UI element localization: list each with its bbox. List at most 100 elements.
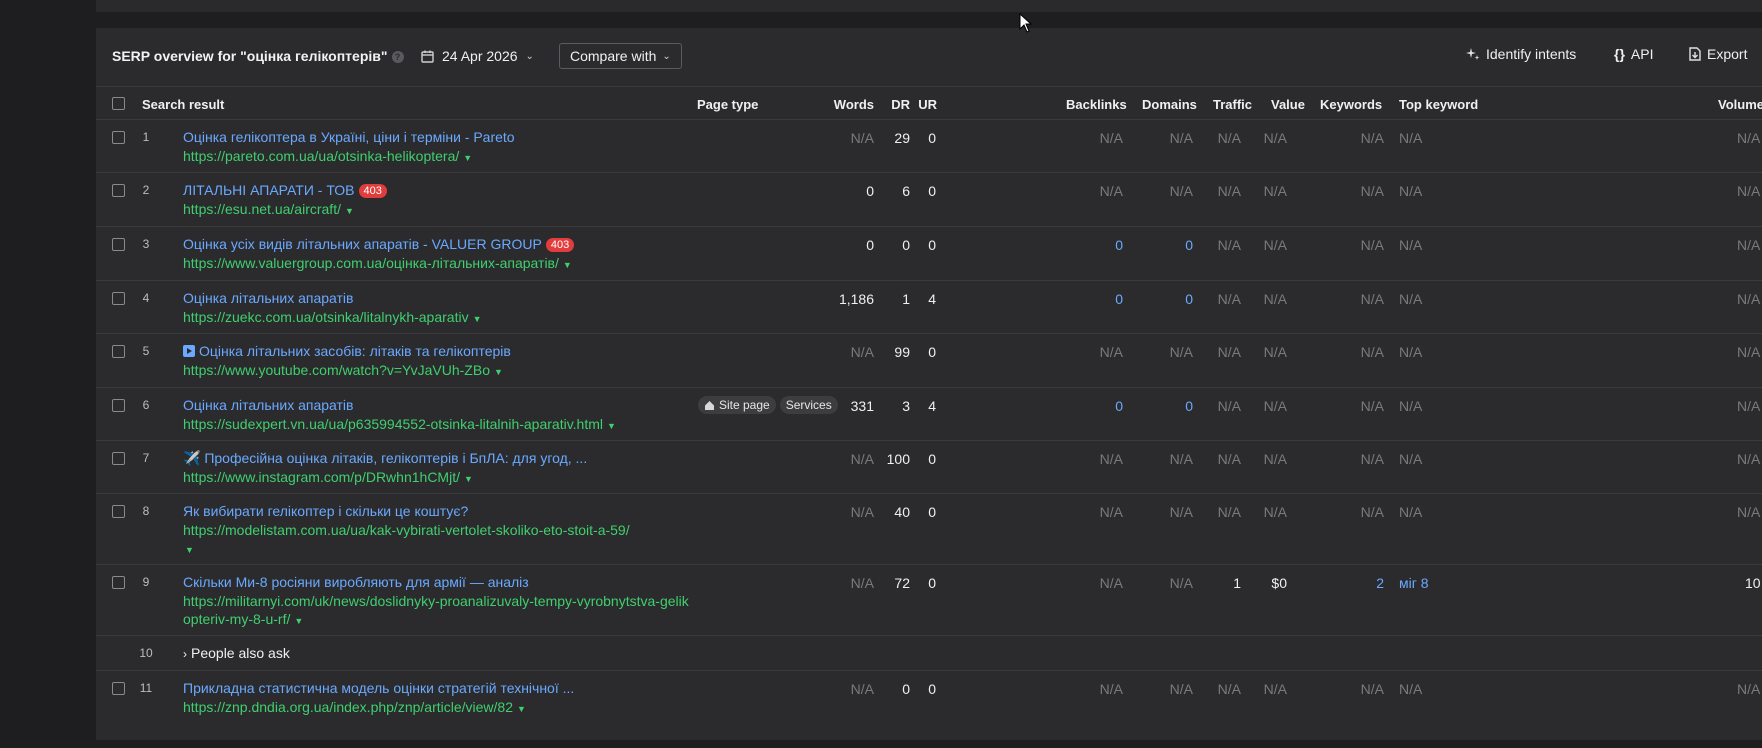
- row-checkbox[interactable]: [112, 505, 125, 518]
- row-checkbox[interactable]: [112, 345, 125, 358]
- result-title-link[interactable]: Оцінка усіх видів літальних апаратів - V…: [183, 236, 575, 252]
- words-cell: N/A: [850, 681, 874, 697]
- table-row: 1 Оцінка гелікоптера в Україні, ціни і т…: [96, 120, 1762, 173]
- chevron-right-icon: ›: [183, 647, 187, 661]
- top-keyword-cell: N/A: [1399, 451, 1423, 467]
- row-checkbox[interactable]: [112, 452, 125, 465]
- keywords-cell: N/A: [1360, 681, 1384, 697]
- result-url-link[interactable]: https://sudexpert.vn.ua/ua/p635994552-ot…: [183, 415, 616, 435]
- keywords-cell[interactable]: 2: [1376, 575, 1384, 591]
- top-keyword-cell[interactable]: міг 8: [1399, 575, 1429, 591]
- col-domains[interactable]: Domains: [1142, 97, 1197, 112]
- result-url-link[interactable]: https://esu.net.ua/aircraft/▼: [183, 200, 354, 220]
- caret-down-icon[interactable]: ▼: [294, 616, 303, 626]
- col-top-keyword[interactable]: Top keyword: [1399, 97, 1478, 112]
- col-backlinks[interactable]: Backlinks: [1066, 97, 1127, 112]
- backlinks-cell[interactable]: 0: [1115, 237, 1123, 253]
- compare-label: Compare with: [570, 48, 657, 64]
- api-button[interactable]: {} API: [1614, 46, 1653, 62]
- traffic-cell: N/A: [1217, 130, 1241, 146]
- domains-cell[interactable]: 0: [1185, 291, 1193, 307]
- result-title-link[interactable]: Прикладна статистична модель оцінки стра…: [183, 680, 574, 696]
- domains-cell[interactable]: 0: [1185, 237, 1193, 253]
- volume-cell: N/A: [1737, 130, 1761, 146]
- caret-down-icon[interactable]: ▼: [185, 545, 194, 555]
- backlinks-cell[interactable]: 0: [1115, 398, 1123, 414]
- row-checkbox[interactable]: [112, 682, 125, 695]
- result-title-link[interactable]: Оцінка гелікоптера в Україні, ціни і тер…: [183, 129, 515, 145]
- result-url-link[interactable]: https://znp.dndia.org.ua/index.php/znp/a…: [183, 698, 526, 718]
- value-cell: N/A: [1263, 291, 1287, 307]
- col-dr[interactable]: DR: [891, 97, 910, 112]
- value-cell: N/A: [1263, 183, 1287, 199]
- caret-down-icon[interactable]: ▼: [494, 367, 503, 377]
- caret-down-icon[interactable]: ▼: [473, 314, 482, 324]
- caret-down-icon[interactable]: ▼: [463, 153, 472, 163]
- row-checkbox[interactable]: [112, 292, 125, 305]
- row-checkbox[interactable]: [112, 238, 125, 251]
- col-traffic[interactable]: Traffic: [1213, 97, 1252, 112]
- result-url-link[interactable]: https://modelistam.com.ua/ua/kak-vybirat…: [183, 521, 683, 559]
- top-keyword-cell: N/A: [1399, 183, 1423, 199]
- select-all-checkbox[interactable]: [112, 97, 125, 110]
- words-cell: N/A: [850, 344, 874, 360]
- row-checkbox[interactable]: [112, 184, 125, 197]
- table-row: 3 Оцінка усіх видів літальних апаратів -…: [96, 227, 1762, 281]
- col-value[interactable]: Value: [1271, 97, 1305, 112]
- top-keyword-cell: N/A: [1399, 344, 1423, 360]
- row-checkbox[interactable]: [112, 399, 125, 412]
- volume-cell: N/A: [1737, 398, 1761, 414]
- people-also-ask-toggle[interactable]: › People also ask: [183, 645, 290, 661]
- table-row: 5 Оцінка літальних засобів: літаків та г…: [96, 334, 1762, 388]
- col-volume[interactable]: Volume: [1718, 97, 1762, 112]
- row-checkbox[interactable]: [112, 576, 125, 589]
- table-row: 4 Оцінка літальних апаратів https://zuek…: [96, 281, 1762, 334]
- status-badge: 403: [358, 184, 387, 198]
- result-url-link[interactable]: https://www.valuergroup.com.ua/оцінка-лі…: [183, 254, 572, 274]
- caret-down-icon[interactable]: ▼: [607, 421, 616, 431]
- result-url-link[interactable]: https://zuekc.com.ua/otsinka/litalnykh-a…: [183, 308, 482, 328]
- domains-cell: N/A: [1169, 344, 1193, 360]
- value-cell: N/A: [1263, 398, 1287, 414]
- col-ur[interactable]: UR: [918, 97, 937, 112]
- result-title-link[interactable]: Скільки Ми-8 росіяни виробляють для армі…: [183, 574, 529, 590]
- backlinks-cell: N/A: [1099, 504, 1123, 520]
- keywords-cell: N/A: [1360, 504, 1384, 520]
- identify-intents-button[interactable]: Identify intents: [1466, 46, 1576, 62]
- result-title-link[interactable]: ✈️ Професійна оцінка літаків, гелікоптер…: [183, 450, 587, 467]
- date-picker-button[interactable]: 24 Apr 2026 ⌄: [421, 44, 534, 68]
- keywords-cell: N/A: [1360, 398, 1384, 414]
- row-number: 1: [142, 130, 150, 144]
- value-cell: N/A: [1263, 451, 1287, 467]
- result-title-link[interactable]: Оцінка літальних апаратів: [183, 397, 353, 413]
- words-cell: 1,186: [838, 291, 874, 307]
- traffic-cell: N/A: [1217, 451, 1241, 467]
- row-checkbox[interactable]: [112, 131, 125, 144]
- top-keyword-cell: N/A: [1399, 681, 1423, 697]
- caret-down-icon[interactable]: ▼: [563, 260, 572, 270]
- col-page-type[interactable]: Page type: [697, 97, 758, 112]
- result-title-link[interactable]: Оцінка літальних засобів: літаків та гел…: [183, 343, 511, 359]
- caret-down-icon[interactable]: ▼: [517, 704, 526, 714]
- result-url-link[interactable]: https://militarnyi.com/uk/news/doslidnyk…: [183, 592, 693, 630]
- col-search-result[interactable]: Search result: [142, 97, 224, 112]
- row-number: 4: [142, 291, 150, 305]
- result-url-link[interactable]: https://www.instagram.com/p/DRwhn1hCMjt/…: [183, 468, 473, 488]
- result-url-link[interactable]: https://www.youtube.com/watch?v=YvJaVUh-…: [183, 361, 503, 381]
- caret-down-icon[interactable]: ▼: [464, 474, 473, 484]
- compare-with-button[interactable]: Compare with ⌄: [559, 43, 682, 69]
- col-keywords[interactable]: Keywords: [1320, 97, 1382, 112]
- caret-down-icon[interactable]: ▼: [345, 206, 354, 216]
- col-words[interactable]: Words: [834, 97, 874, 112]
- result-title-link[interactable]: Як вибирати гелікоптер і скільки це кошт…: [183, 503, 468, 519]
- domains-cell: N/A: [1169, 681, 1193, 697]
- backlinks-cell[interactable]: 0: [1115, 291, 1123, 307]
- help-icon[interactable]: ?: [391, 51, 404, 63]
- domains-cell[interactable]: 0: [1185, 398, 1193, 414]
- backlinks-cell: N/A: [1099, 575, 1123, 591]
- domains-cell: N/A: [1169, 504, 1193, 520]
- result-url-link[interactable]: https://pareto.com.ua/ua/otsinka-helikop…: [183, 147, 472, 167]
- result-title-link[interactable]: ЛІТАЛЬНІ АПАРАТИ - ТОВ 403: [183, 182, 387, 198]
- export-button[interactable]: Export: [1689, 46, 1747, 62]
- result-title-link[interactable]: Оцінка літальних апаратів: [183, 290, 353, 306]
